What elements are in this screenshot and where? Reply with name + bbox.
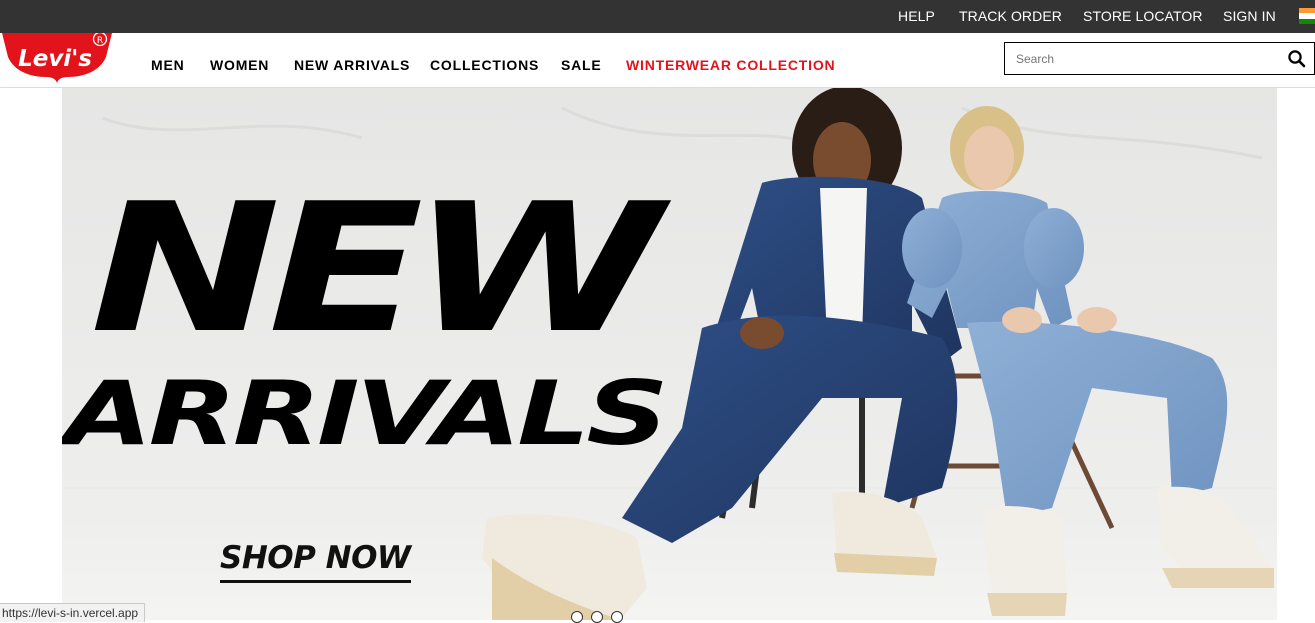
- sign-in-link[interactable]: SIGN IN: [1223, 8, 1276, 24]
- carousel-dot-1[interactable]: [571, 611, 583, 623]
- track-order-link[interactable]: TRACK ORDER: [959, 8, 1062, 24]
- help-link[interactable]: HELP: [898, 8, 935, 24]
- search-icon[interactable]: [1287, 49, 1307, 69]
- nav-collections[interactable]: COLLECTIONS: [430, 57, 539, 73]
- carousel-indicators: [571, 611, 631, 623]
- hero-banner[interactable]: NEW ARRIVALS SHOP NOW: [62, 88, 1277, 620]
- hero-headline-arrivals: ARRIVALS: [64, 362, 669, 465]
- levis-logo[interactable]: Levi's R: [0, 31, 115, 83]
- nav-winterwear-collection[interactable]: WINTERWEAR COLLECTION: [626, 57, 835, 73]
- india-flag-icon[interactable]: [1299, 8, 1315, 24]
- nav-women[interactable]: WOMEN: [210, 57, 269, 73]
- nav-sale[interactable]: SALE: [561, 57, 602, 73]
- svg-text:R: R: [97, 36, 103, 46]
- status-bar-url: https://levi-s-in.vercel.app: [0, 603, 146, 622]
- search-box: [1004, 42, 1315, 75]
- shop-now-button[interactable]: SHOP NOW: [220, 540, 411, 583]
- store-locator-link[interactable]: STORE LOCATOR: [1083, 8, 1203, 24]
- svg-text:Levi's: Levi's: [18, 46, 92, 72]
- carousel-dot-2[interactable]: [591, 611, 603, 623]
- main-header: Levi's R MEN WOMEN NEW ARRIVALS COLLECTI…: [0, 31, 1315, 88]
- utility-bar: HELP TRACK ORDER STORE LOCATOR SIGN IN: [0, 0, 1315, 33]
- hero-headline-new: NEW: [90, 165, 662, 372]
- nav-new-arrivals[interactable]: NEW ARRIVALS: [294, 57, 410, 73]
- search-input[interactable]: [1005, 43, 1275, 74]
- carousel-dot-3[interactable]: [611, 611, 623, 623]
- nav-men[interactable]: MEN: [151, 57, 185, 73]
